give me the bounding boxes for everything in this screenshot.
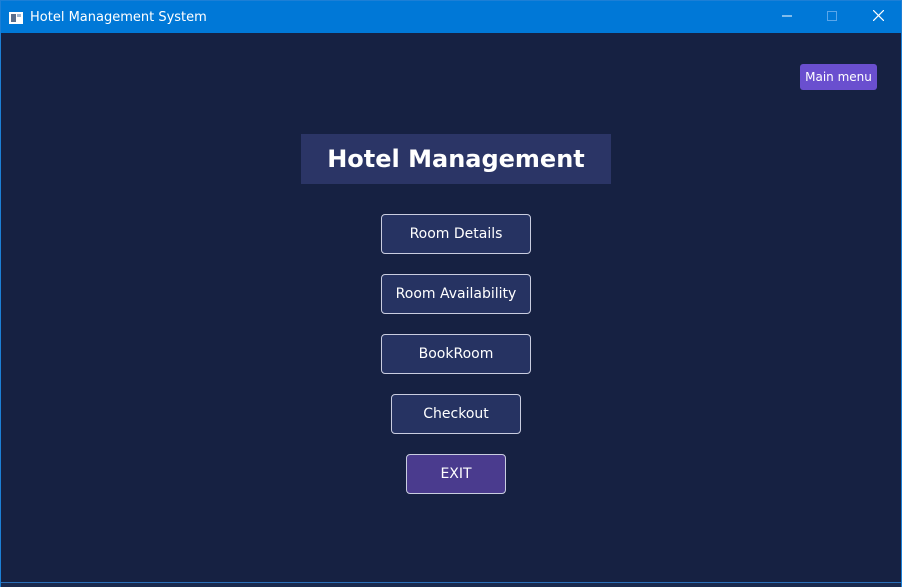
room-details-button[interactable]: Room Details [381, 214, 531, 254]
window-title: Hotel Management System [30, 10, 207, 25]
maximize-button[interactable] [809, 1, 855, 33]
close-button[interactable] [855, 1, 901, 33]
checkout-button[interactable]: Checkout [391, 394, 521, 434]
page-title: Hotel Management [301, 134, 611, 184]
minimize-icon [782, 8, 792, 26]
minimize-button[interactable] [764, 1, 810, 33]
main-menu-button[interactable]: Main menu [800, 64, 877, 90]
title-bar[interactable]: Hotel Management System [1, 1, 901, 33]
close-icon [872, 8, 884, 26]
book-room-button[interactable]: BookRoom [381, 334, 531, 374]
maximize-icon [827, 8, 837, 26]
room-availability-button[interactable]: Room Availability [381, 274, 531, 314]
main-content: Main menu Hotel Management Room Details … [1, 33, 901, 582]
window-bottom-border [1, 582, 901, 587]
app-window-icon [9, 11, 23, 24]
app-window: Hotel Management System Main menu Hotel … [0, 0, 902, 587]
exit-button[interactable]: EXIT [406, 454, 506, 494]
